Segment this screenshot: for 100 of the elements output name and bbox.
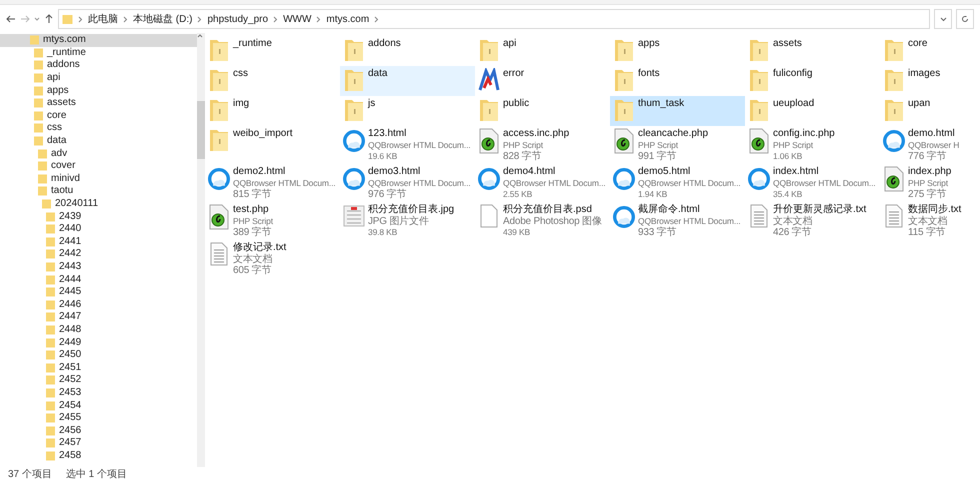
tree-item[interactable]: core [0,110,197,122]
file-item[interactable]: thum_task [610,96,745,126]
file-item[interactable]: demo4.html QQBrowser HTML Docum... 2.55 KB [475,164,610,202]
tree-item[interactable]: 2445 [0,286,197,298]
file-item[interactable]: fonts [610,66,745,96]
file-item[interactable]: core [880,36,980,66]
file-item[interactable]: 升价更新灵感记录.txt 文本文档 426 字节 [745,202,880,240]
file-item[interactable]: config.inc.php PHP Script 1.06 KB [745,126,880,164]
file-item[interactable]: _runtime [205,36,340,66]
tree-item[interactable]: 2441 [0,236,197,248]
tree-item[interactable]: 2446 [0,298,197,312]
tree-item[interactable]: 20240111 [0,198,197,210]
folder-icon [38,148,47,159]
tree-item[interactable]: css [0,122,197,135]
tree-item[interactable]: mtys.com [0,34,197,47]
file-item[interactable]: test.php PHP Script 389 字节 [205,202,340,240]
file-item[interactable]: weibo_import [205,126,340,156]
tree-item[interactable]: 2456 [0,424,197,437]
folder-icon [46,236,55,247]
tree-item[interactable]: 2458 [0,450,197,462]
folder-icon [38,161,47,172]
tree-item[interactable]: 2448 [0,324,197,336]
tree-item[interactable]: _runtime [0,46,197,60]
breadcrumb-item[interactable]: WWW [283,12,312,26]
file-item[interactable]: js [340,96,475,126]
file-item[interactable]: demo3.html QQBrowser HTML Docum... 976 字节 [340,164,475,202]
file-item[interactable]: cleancache.php PHP Script 991 字节 [610,126,745,164]
refresh-button[interactable] [956,9,974,29]
address-bar[interactable]: 此电脑 本地磁盘 (D:) phpstudy_pro WWW mtys.com [58,9,930,29]
file-item[interactable]: 积分充值价目表.psd Adobe Photoshop 图像 439 KB [475,202,610,240]
tree-item[interactable]: assets [0,96,197,110]
tree-item[interactable]: data [0,134,197,148]
file-item[interactable]: images [880,66,980,96]
folder-icon [46,413,55,424]
file-item[interactable]: index.php PHP Script 275 字节 [880,164,980,202]
file-size: 815 字节 [233,189,272,200]
tree-item[interactable]: 2454 [0,399,197,412]
tree-item[interactable]: 2455 [0,412,197,424]
file-item[interactable]: 修改记录.txt 文本文档 605 字节 [205,240,340,278]
tree-item[interactable]: apps [0,84,197,97]
file-item[interactable]: access.inc.php PHP Script 828 字节 [475,126,610,164]
tree-item[interactable]: 2451 [0,361,197,374]
file-item[interactable]: demo5.html QQBrowser HTML Docum... 1.94 KB [610,164,745,202]
file-item[interactable]: addons [340,36,475,66]
tree-item[interactable]: 2440 [0,222,197,236]
folder-icon [614,68,634,92]
tree-item[interactable]: 2450 [0,348,197,362]
tree-item[interactable]: api [0,72,197,84]
breadcrumb-item[interactable]: mtys.com [326,12,370,26]
forward-arrow-icon[interactable] [20,14,30,24]
php-file-icon [479,128,499,154]
file-item[interactable]: 积分充值价目表.jpg JPG 图片文件 39.8 KB [340,202,475,240]
file-item[interactable]: fuliconfig [745,66,880,96]
tree-item[interactable]: 2444 [0,273,197,286]
tree-item[interactable]: adv [0,147,197,160]
browser-file-icon [613,166,635,192]
tree-item[interactable]: 2453 [0,386,197,400]
file-item[interactable]: data [340,66,475,96]
breadcrumb-item[interactable]: 此电脑 [88,12,118,26]
file-item[interactable]: index.html QQBrowser HTML Docum... 35.4 KB [745,164,880,202]
history-dropdown[interactable] [934,9,952,29]
file-size: 1.06 KB [773,151,804,162]
browser-file-icon [883,128,905,154]
tree-item[interactable]: 2457 [0,437,197,450]
file-item[interactable]: img [205,96,340,126]
scrollbar[interactable] [197,33,205,467]
tree-item[interactable]: 2447 [0,311,197,324]
back-arrow-icon[interactable] [6,14,16,24]
tree-item[interactable]: taotu [0,185,197,198]
file-item[interactable]: public [475,96,610,126]
file-item[interactable]: assets [745,36,880,66]
tree-item[interactable]: 2449 [0,336,197,349]
file-item[interactable]: demo.html QQBrowser H 776 字节 [880,126,980,164]
file-item[interactable]: api [475,36,610,66]
tree-item[interactable]: minivd [0,172,197,186]
tree-item[interactable]: 2443 [0,260,197,274]
file-item[interactable]: error [475,66,610,96]
file-item[interactable]: css [205,66,340,96]
folder-icon [34,48,43,58]
image-file-icon [343,204,365,228]
up-arrow-icon[interactable] [44,14,54,24]
tree-item[interactable]: 2442 [0,248,197,261]
file-item[interactable]: ueupload [745,96,880,126]
file-item[interactable]: apps [610,36,745,66]
file-item[interactable]: 数据同步.txt 文本文档 115 字节 [880,202,980,240]
file-name: assets [773,38,802,50]
tree-item[interactable]: 2452 [0,374,197,387]
text-file-icon [750,204,768,228]
file-item[interactable]: 123.html QQBrowser HTML Docum... 19.6 KB [340,126,475,164]
tree-item[interactable]: addons [0,59,197,72]
dropdown-caret-icon[interactable] [34,16,40,22]
file-item[interactable]: upan [880,96,980,126]
file-item[interactable]: demo2.html QQBrowser HTML Docum... 815 字节 [205,164,340,202]
breadcrumb-item[interactable]: phpstudy_pro [207,12,268,26]
file-item[interactable]: 截屏命令.html QQBrowser HTML Docum... 933 字节 [610,202,745,240]
tree-item[interactable]: 2439 [0,210,197,223]
breadcrumb-item[interactable]: 本地磁盘 (D:) [133,12,192,26]
scroll-thumb[interactable] [197,101,205,159]
file-name: 积分充值价目表.jpg [368,204,454,216]
tree-item[interactable]: cover [0,160,197,173]
